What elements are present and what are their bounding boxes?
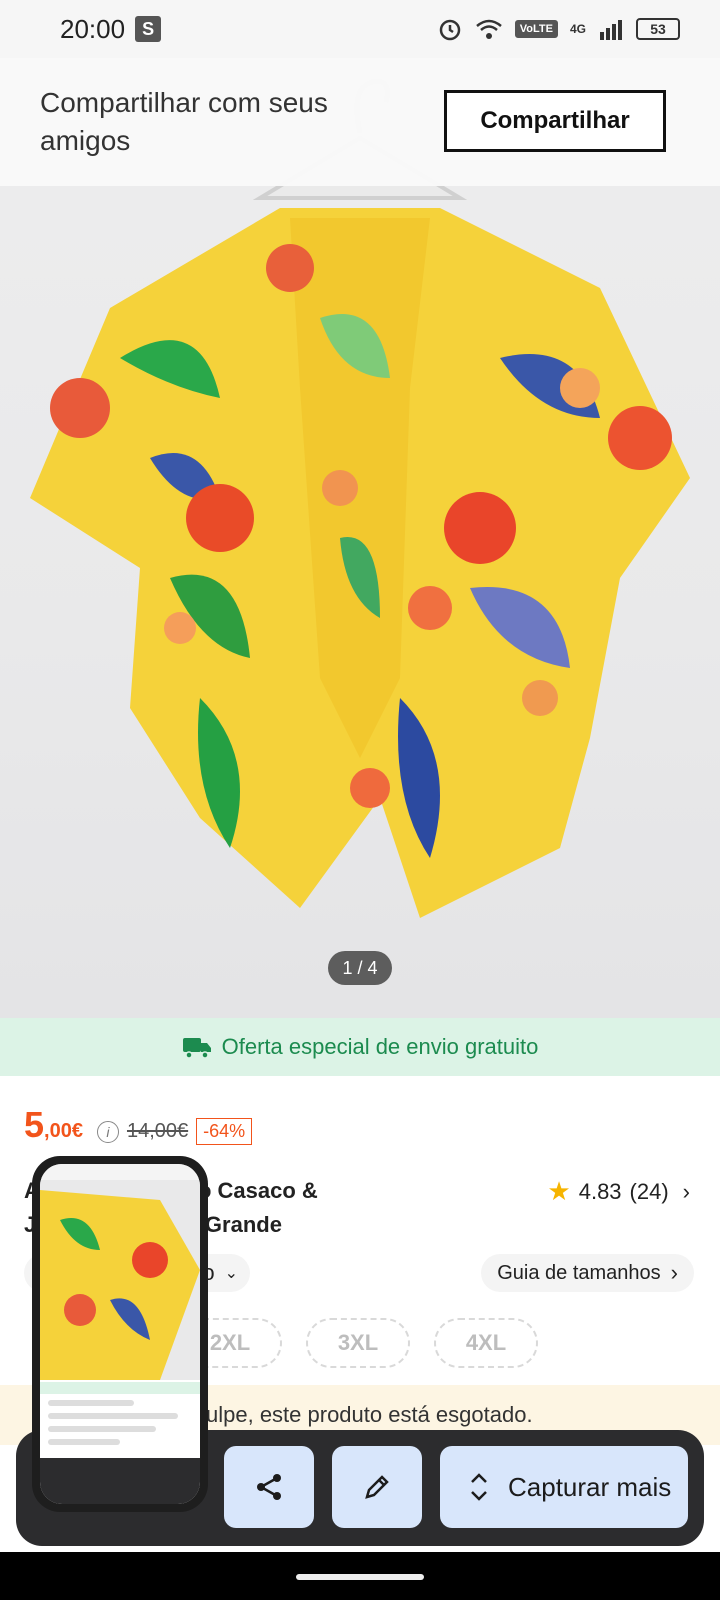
thumbnail-image — [40, 1180, 200, 1380]
thumbnail-shipping — [40, 1382, 200, 1394]
price-cents: ,00€ — [44, 1120, 83, 1142]
chevron-down-icon: ⌄ — [224, 1265, 238, 1282]
free-shipping-banner[interactable]: Oferta especial de envio gratuito — [0, 1018, 720, 1076]
status-icons: VoLTE 4G 53 — [437, 16, 680, 42]
price-integer: 5 — [24, 1104, 45, 1145]
size-option-4xl[interactable]: 4XL — [434, 1318, 538, 1368]
product-page: 20:00 S VoLTE 4G 53 Compartilhar com seu… — [0, 0, 720, 1600]
share-icon — [257, 1474, 281, 1500]
thumbnail-kimono — [40, 1190, 200, 1380]
edit-screenshot-button[interactable] — [332, 1446, 422, 1528]
capture-more-button[interactable]: Capturar mais — [440, 1446, 688, 1528]
notification-badge: S — [135, 16, 162, 42]
thumbnail-preview — [40, 1164, 200, 1504]
home-gesture-handle[interactable] — [296, 1574, 424, 1580]
truck-icon — [182, 1038, 211, 1059]
original-price: 14,00€ — [126, 1120, 189, 1142]
share-banner: Compartilhar com seus amigos Compartilha… — [0, 58, 720, 186]
screenshot-thumbnail[interactable] — [32, 1156, 208, 1512]
kimono-illustration — [30, 78, 690, 918]
battery-icon: 53 — [636, 18, 680, 40]
review-count: (24) — [629, 1178, 669, 1204]
expand-vertical-icon — [471, 1473, 487, 1501]
size-option-3xl[interactable]: 3XL — [306, 1318, 410, 1368]
pencil-icon — [365, 1475, 389, 1499]
product-image[interactable] — [0, 58, 720, 1018]
status-bar: 20:00 S VoLTE 4G 53 — [0, 0, 720, 58]
free-shipping-text: Oferta especial de envio gratuito — [221, 1034, 539, 1059]
discount-badge: -64% — [196, 1118, 253, 1145]
image-pager: 1 / 4 — [328, 951, 392, 985]
price-row: 5 ,00€ i 14,00€ -64% — [24, 1104, 253, 1146]
volte-badge: VoLTE — [514, 20, 558, 38]
share-button[interactable]: Compartilhar — [444, 90, 666, 152]
thumbnail-toolbar — [40, 1458, 200, 1504]
size-guide-label: Guia de tamanhos — [497, 1261, 661, 1284]
thumbnail-status — [40, 1164, 200, 1180]
chevron-right-icon: › — [670, 1260, 678, 1285]
star-icon: ★ — [547, 1176, 571, 1206]
share-banner-text: Compartilhar com seus amigos — [40, 87, 328, 156]
thumbnail-text-lines — [48, 1400, 192, 1452]
info-icon[interactable]: i — [96, 1121, 119, 1143]
size-guide-button[interactable]: Guia de tamanhos › — [481, 1254, 694, 1292]
signal-icon — [600, 20, 622, 40]
share-screenshot-button[interactable] — [224, 1446, 314, 1528]
status-time: 20:00 — [60, 13, 126, 44]
network-type: 4G — [569, 22, 586, 36]
wifi-icon — [475, 19, 502, 39]
chevron-right-icon: › — [682, 1178, 690, 1204]
alarm-icon — [439, 19, 461, 41]
capture-more-label: Capturar mais — [508, 1471, 672, 1502]
navigation-bar — [0, 1552, 720, 1600]
rating-value: 4.83 — [578, 1178, 622, 1204]
rating-summary[interactable]: ★ 4.83 (24) › — [547, 1176, 690, 1207]
